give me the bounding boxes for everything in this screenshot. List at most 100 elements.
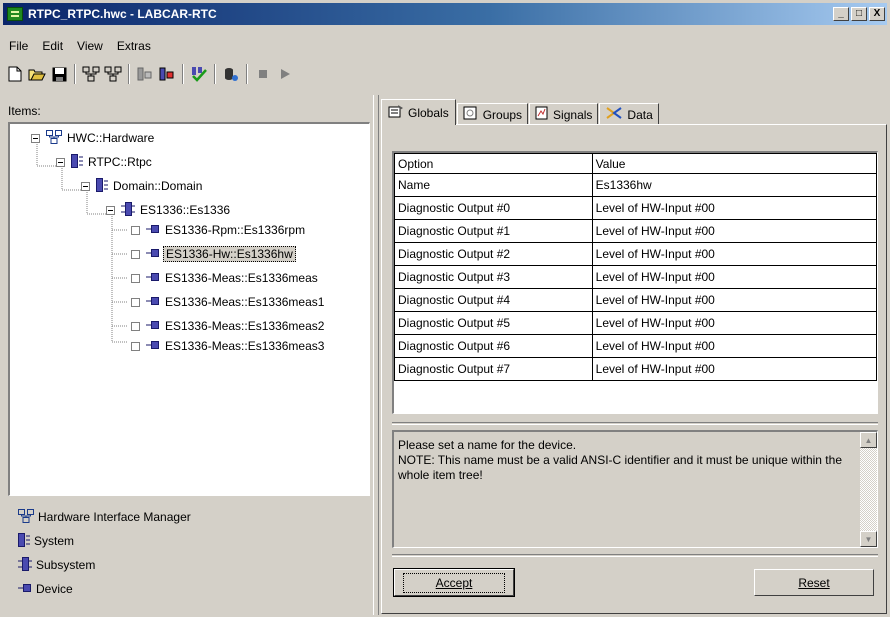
device-checkbox[interactable] [131,225,140,235]
icon-legend: Hardware Interface Manager System Subsys… [18,505,191,601]
panel-splitter[interactable] [373,95,379,615]
table-header-row: Option Value [394,153,877,174]
vertical-scrollbar[interactable]: ▲ ▼ [860,432,877,547]
scroll-down-button[interactable]: ▼ [860,531,877,547]
hardware-add-icon[interactable] [103,64,123,84]
toolbar-separator [74,64,76,84]
table-row[interactable]: Diagnostic Output #6 Level of HW-Input #… [394,334,877,358]
table-row[interactable]: Name Es1336hw [394,173,877,197]
tab-label: Globals [408,105,449,120]
play-icon[interactable] [275,64,295,84]
column-header-value[interactable]: Value [591,153,877,174]
option-cell: Diagnostic Output #2 [394,242,593,266]
open-folder-icon[interactable] [27,64,47,84]
tab-data[interactable]: Data [599,103,659,125]
minimize-button[interactable]: _ [833,7,849,21]
table-row[interactable]: Diagnostic Output #1 Level of HW-Input #… [394,219,877,243]
tab-groups[interactable]: Groups [456,103,529,125]
tab-signals[interactable]: Signals [529,103,599,125]
value-cell[interactable]: Level of HW-Input #00 [591,242,877,266]
device-checkbox[interactable] [131,273,140,283]
table-row[interactable]: Diagnostic Output #0 Level of HW-Input #… [394,196,877,220]
legend-item: Device [18,577,191,601]
collapse-toggle[interactable] [81,181,90,191]
table-row[interactable]: Diagnostic Output #2 Level of HW-Input #… [394,242,877,266]
tree-node-domain[interactable]: Domain::Domain [81,177,204,195]
description-box[interactable]: Please set a name for the device. NOTE: … [392,430,878,548]
tree-node-label: ES1336-Meas::Es1336meas3 [165,339,325,353]
tree-node-device[interactable]: ES1336-Meas::Es1336meas2 [131,317,326,335]
system-icon [96,177,108,195]
menu-extras[interactable]: Extras [111,39,159,53]
value-cell[interactable]: Level of HW-Input #00 [591,334,877,358]
toolbar-separator [182,64,184,84]
table-row[interactable]: Diagnostic Output #7 Level of HW-Input #… [394,357,877,381]
menu-edit[interactable]: Edit [36,39,71,53]
value-cell[interactable]: Level of HW-Input #00 [591,311,877,335]
value-cell[interactable]: Level of HW-Input #00 [591,265,877,289]
value-cell[interactable]: Level of HW-Input #00 [591,196,877,220]
close-button[interactable]: X [869,7,885,21]
collapse-toggle[interactable] [31,133,40,143]
horizontal-splitter[interactable] [392,422,878,425]
legend-label: Device [36,582,73,596]
value-cell[interactable]: Level of HW-Input #00 [591,357,877,381]
legend-label: Hardware Interface Manager [38,510,191,524]
database-icon[interactable] [221,64,241,84]
import-icon[interactable] [135,64,155,84]
device-checkbox[interactable] [131,297,140,307]
tab-label: Groups [482,107,523,122]
tree-node-rtpc[interactable]: RTPC::Rtpc [56,153,154,171]
tree-node-hardware[interactable]: HWC::Hardware [31,129,156,147]
device-checkbox[interactable] [131,321,140,331]
value-cell[interactable]: Level of HW-Input #00 [591,288,877,312]
value-cell[interactable]: Level of HW-Input #00 [591,219,877,243]
value-cell[interactable]: Es1336hw [591,173,877,197]
accept-button-label: Accept [402,572,506,593]
column-header-option[interactable]: Option [394,153,593,174]
collapse-toggle[interactable] [56,157,65,167]
item-tree[interactable]: HWC::Hardware RTPC::Rtpc Domain::Domain … [8,122,370,496]
tree-node-device[interactable]: ES1336-Meas::Es1336meas3 [131,337,326,355]
device-icon [146,223,160,238]
table-row[interactable]: Diagnostic Output #5 Level of HW-Input #… [394,311,877,335]
device-checkbox[interactable] [131,341,140,351]
tree-node-device[interactable]: ES1336-Meas::Es1336meas1 [131,293,326,311]
tab-label: Data [627,107,653,122]
tree-node-device-selected[interactable]: ES1336-Hw::Es1336hw [131,245,296,263]
reset-button[interactable]: Reset [754,569,874,596]
globals-icon [388,104,404,121]
subsystem-icon [18,556,32,574]
accept-button[interactable]: Accept [393,568,515,597]
stop-icon[interactable] [253,64,273,84]
check-icon[interactable] [189,64,209,84]
main-window: RTPC_RTPC.hwc - LABCAR-RTC _ □ X File Ed… [0,0,890,617]
tree-node-device[interactable]: ES1336-Rpm::Es1336rpm [131,221,307,239]
option-cell: Diagnostic Output #3 [394,265,593,289]
title-bar[interactable]: RTPC_RTPC.hwc - LABCAR-RTC _ □ X [3,3,887,25]
tab-globals[interactable]: Globals [381,99,456,125]
maximize-button[interactable]: □ [851,7,867,21]
tree-node-es1336[interactable]: ES1336::Es1336 [106,201,232,219]
device-checkbox[interactable] [131,249,140,259]
table-row[interactable]: Diagnostic Output #3 Level of HW-Input #… [394,265,877,289]
collapse-toggle[interactable] [106,205,115,215]
hardware-icon [18,508,34,526]
tab-label: Signals [553,107,593,122]
hardware-icon[interactable] [81,64,101,84]
scroll-up-button[interactable]: ▲ [860,432,877,448]
device-icon [18,582,32,597]
toolbar [3,62,295,86]
data-icon [605,106,623,123]
export-icon[interactable] [157,64,177,84]
new-file-icon[interactable] [5,64,25,84]
options-grid[interactable]: Option Value Name Es1336hw Diagnostic Ou… [392,151,878,414]
menu-view[interactable]: View [71,39,111,53]
tree-node-device[interactable]: ES1336-Meas::Es1336meas [131,269,320,287]
save-icon[interactable] [49,64,69,84]
menu-file[interactable]: File [3,39,36,53]
option-cell: Diagnostic Output #1 [394,219,593,243]
signals-icon [535,106,549,123]
table-row[interactable]: Diagnostic Output #4 Level of HW-Input #… [394,288,877,312]
legend-label: System [34,534,75,548]
